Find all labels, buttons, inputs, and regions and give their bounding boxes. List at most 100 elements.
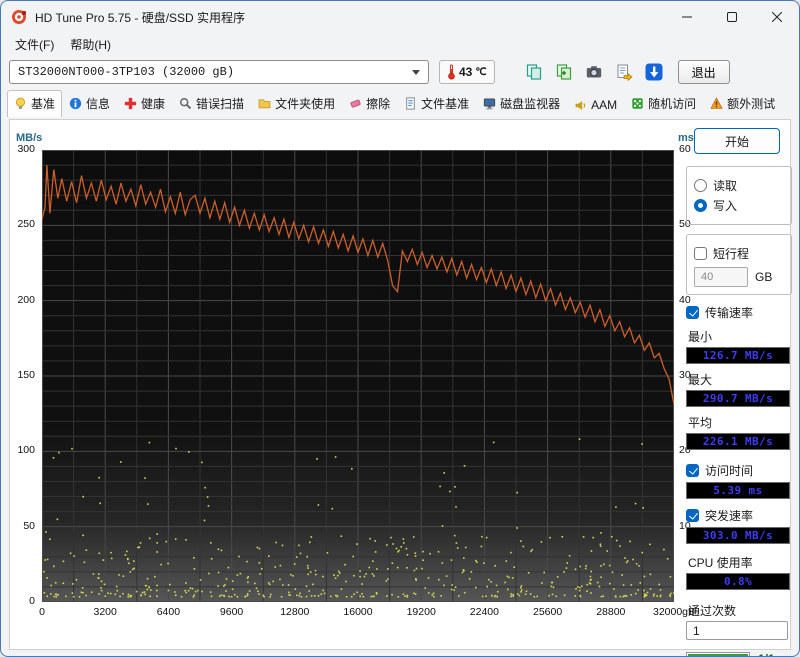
copy-pages-icon (526, 64, 542, 80)
menu-file[interactable]: 文件(F) (7, 33, 62, 56)
tab-label: 信息 (86, 97, 111, 111)
short-stroke-row[interactable]: 短行程 (694, 245, 784, 262)
tab-aam[interactable]: AAM (567, 93, 624, 117)
progress-text: 1/1 (758, 652, 775, 656)
health-icon (124, 97, 137, 110)
folder-icon (258, 99, 271, 109)
tick-label: 22400 (469, 606, 499, 618)
avg-value: 226.1 MB/s (686, 433, 790, 450)
tick-label: 300 (17, 143, 35, 155)
drive-selector-value: ST32000NT000-3TP103 (32000 gB) (18, 65, 235, 79)
read-radio-label: 读取 (713, 179, 738, 193)
download-icon (645, 63, 663, 81)
main-panel: MB/s ms 300 250 200 150 100 50 0 60 50 40 30 20 10 … (9, 119, 792, 656)
menu-bar: 文件(F) 帮助(H) (1, 33, 799, 55)
cpu-usage-value: 0.8% (686, 573, 790, 590)
camera-button[interactable] (581, 59, 608, 85)
min-value: 126.7 MB/s (686, 347, 790, 364)
tab-label: 额外测试 (727, 97, 776, 111)
tick-label: 50 (23, 519, 35, 532)
transfer-rate-label: 传输速率 (705, 306, 754, 320)
tick-label: 19200 (406, 606, 436, 618)
tick-label: 200 (17, 293, 35, 306)
copy-text-button[interactable] (521, 59, 548, 85)
close-icon[interactable] (754, 1, 799, 33)
file-benchmark-icon (406, 97, 415, 110)
tab-extra-tests[interactable]: 额外测试 (703, 90, 782, 117)
x-axis-ticks: 0 3200 6400 9600 12800 16000 19200 22400 25600 28… (39, 606, 695, 620)
cpu-usage-label: CPU 使用率 (688, 556, 753, 570)
tab-bar: 基准 信息 健康 错误扫描 文件夹使用 擦除 文件基准 磁盘监视器 AAM 随机… (1, 89, 799, 117)
short-stroke-size-input[interactable]: 40 (694, 267, 748, 287)
tab-disk-monitor[interactable]: 磁盘监视器 (476, 90, 567, 117)
copy-image-button[interactable] (551, 59, 578, 85)
write-radio-row[interactable]: 写入 (694, 197, 784, 214)
title-bar: HD Tune Pro 5.75 - 硬盘/SSD 实用程序 (1, 1, 799, 33)
short-stroke-checkbox[interactable] (694, 247, 707, 260)
maximize-icon[interactable] (709, 1, 754, 33)
access-time-checkbox[interactable] (686, 464, 699, 477)
tick-label: 9600 (219, 606, 244, 618)
chevron-down-icon (412, 69, 420, 75)
avg-label: 平均 (688, 416, 713, 430)
export-image-icon (617, 64, 633, 81)
tick-label: 0 (29, 595, 35, 607)
drive-selector[interactable]: ST32000NT000-3TP103 (32000 gB) (9, 60, 429, 84)
tab-benchmark[interactable]: 基准 (7, 90, 63, 117)
temperature-unit: ℃ (475, 66, 487, 78)
tab-error-scan[interactable]: 错误扫描 (172, 90, 251, 117)
tick-label: 0 (39, 606, 45, 618)
write-radio[interactable] (694, 199, 707, 212)
bulb-icon (15, 97, 26, 109)
tab-label: 错误扫描 (196, 97, 245, 111)
start-button[interactable]: 开始 (694, 128, 780, 154)
tab-random-access[interactable]: 随机访问 (624, 90, 703, 117)
progress-row: 1/1 (686, 652, 792, 656)
burst-rate-label: 突发速率 (705, 509, 754, 523)
burst-rate-row[interactable]: 突发速率 (686, 507, 792, 524)
export-button[interactable] (611, 59, 638, 85)
toolbar: ST32000NT000-3TP103 (32000 gB) 43 ℃ 退出 (1, 55, 799, 89)
menu-help[interactable]: 帮助(H) (62, 33, 119, 56)
exit-button[interactable]: 退出 (677, 60, 730, 84)
app-window: HD Tune Pro 5.75 - 硬盘/SSD 实用程序 文件(F) 帮助(… (0, 0, 800, 657)
max-label: 最大 (688, 373, 713, 387)
minimize-icon[interactable] (664, 1, 709, 33)
min-label: 最小 (688, 330, 713, 344)
access-time-value: 5.39 ms (686, 482, 790, 499)
temperature-indicator[interactable]: 43 ℃ (439, 60, 495, 84)
transfer-rate-checkbox[interactable] (686, 306, 699, 319)
app-icon (12, 10, 26, 24)
info-icon (69, 97, 82, 110)
tick-label: 100 (17, 444, 35, 457)
tab-erase[interactable]: 擦除 (342, 90, 397, 117)
benchmark-plot (42, 150, 674, 602)
tab-label: 随机访问 (648, 97, 697, 111)
extra-tests-icon (710, 97, 723, 109)
window-title: HD Tune Pro 5.75 - 硬盘/SSD 实用程序 (35, 10, 246, 25)
tab-file-benchmark[interactable]: 文件基准 (397, 90, 476, 117)
burst-rate-checkbox[interactable] (686, 509, 699, 522)
pass-count-input[interactable]: 1 (686, 621, 788, 640)
tab-label: 擦除 (366, 97, 391, 111)
aam-icon (575, 100, 586, 110)
short-stroke-label: 短行程 (713, 247, 750, 261)
short-stroke-group: 短行程 40 GB (686, 234, 792, 295)
mode-group: 读取 写入 (686, 166, 792, 225)
write-radio-label: 写入 (713, 199, 738, 213)
benchmark-controls: 开始 读取 写入 短行程 40 GB 传输速率 最小 126.7 MB/s 最大… (686, 126, 792, 656)
read-radio[interactable] (694, 179, 707, 192)
tab-folder-usage[interactable]: 文件夹使用 (251, 90, 342, 117)
y-left-ticks: 300 250 200 150 100 50 0 (10, 120, 38, 649)
tick-label: 28800 (596, 606, 626, 618)
tab-health[interactable]: 健康 (117, 90, 172, 117)
tab-label: 文件夹使用 (275, 97, 336, 111)
tick-label: 3200 (93, 606, 117, 618)
disk-monitor-icon (483, 98, 496, 110)
access-time-label: 访问时间 (705, 464, 754, 478)
access-time-row[interactable]: 访问时间 (686, 462, 792, 479)
tab-info[interactable]: 信息 (62, 90, 117, 117)
read-radio-row[interactable]: 读取 (694, 177, 784, 194)
download-button[interactable] (641, 59, 668, 85)
transfer-rate-row[interactable]: 传输速率 (686, 304, 792, 321)
